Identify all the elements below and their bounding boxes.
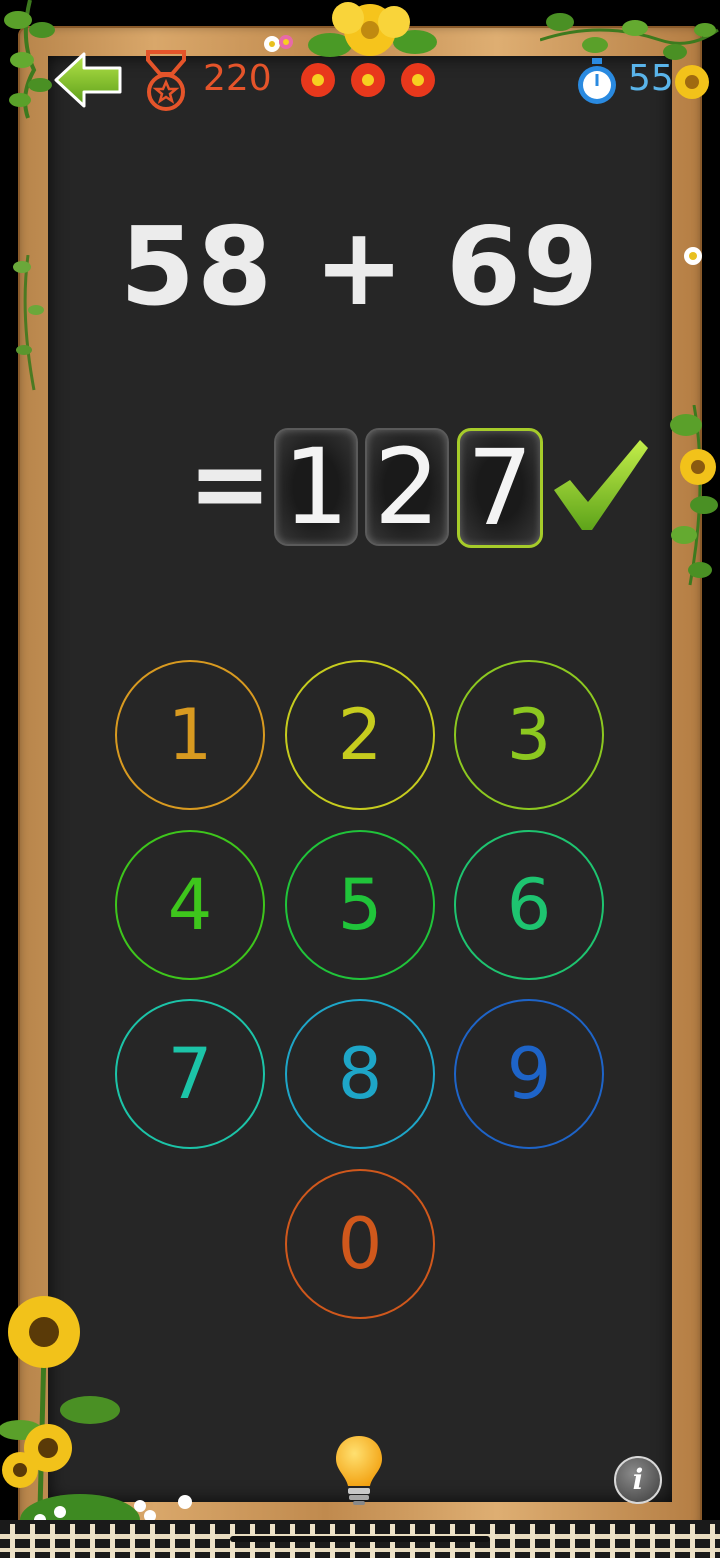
key-8[interactable]: 8: [285, 999, 435, 1149]
info-button[interactable]: i: [614, 1456, 662, 1504]
vine-decoration-icon: [670, 405, 718, 586]
answer-digit-2[interactable]: 2: [365, 428, 449, 546]
lightbulb-icon[interactable]: [334, 1434, 384, 1506]
vine-decoration-icon: [4, 0, 55, 119]
key-9[interactable]: 9: [454, 999, 604, 1149]
fence-decoration-icon: [0, 1520, 720, 1558]
checkmark-icon: [554, 440, 648, 530]
daisy-icon: [264, 35, 293, 52]
key-5[interactable]: 5: [285, 830, 435, 980]
medal-icon: [146, 50, 186, 111]
score-value: 220: [203, 58, 272, 99]
key-7[interactable]: 7: [115, 999, 265, 1149]
key-2[interactable]: 2: [285, 660, 435, 810]
key-1[interactable]: 1: [115, 660, 265, 810]
back-button[interactable]: [52, 50, 124, 110]
arrow-left-icon: [54, 52, 122, 108]
sunflower-decoration-icon: [0, 1296, 192, 1546]
key-0[interactable]: 0: [285, 1169, 435, 1319]
key-3[interactable]: 3: [454, 660, 604, 810]
timer-value: 55: [628, 58, 674, 99]
stopwatch-icon: [578, 58, 616, 104]
math-problem: 58 + 69: [119, 205, 601, 330]
sunflower-icon: [675, 65, 709, 99]
key-4[interactable]: 4: [115, 830, 265, 980]
key-6[interactable]: 6: [454, 830, 604, 980]
answer-digit-1[interactable]: 1: [274, 428, 358, 546]
equals-sign: =: [188, 425, 272, 542]
flower-bouquet-icon: [301, 2, 437, 97]
answer-digit-3[interactable]: 7: [457, 428, 543, 548]
